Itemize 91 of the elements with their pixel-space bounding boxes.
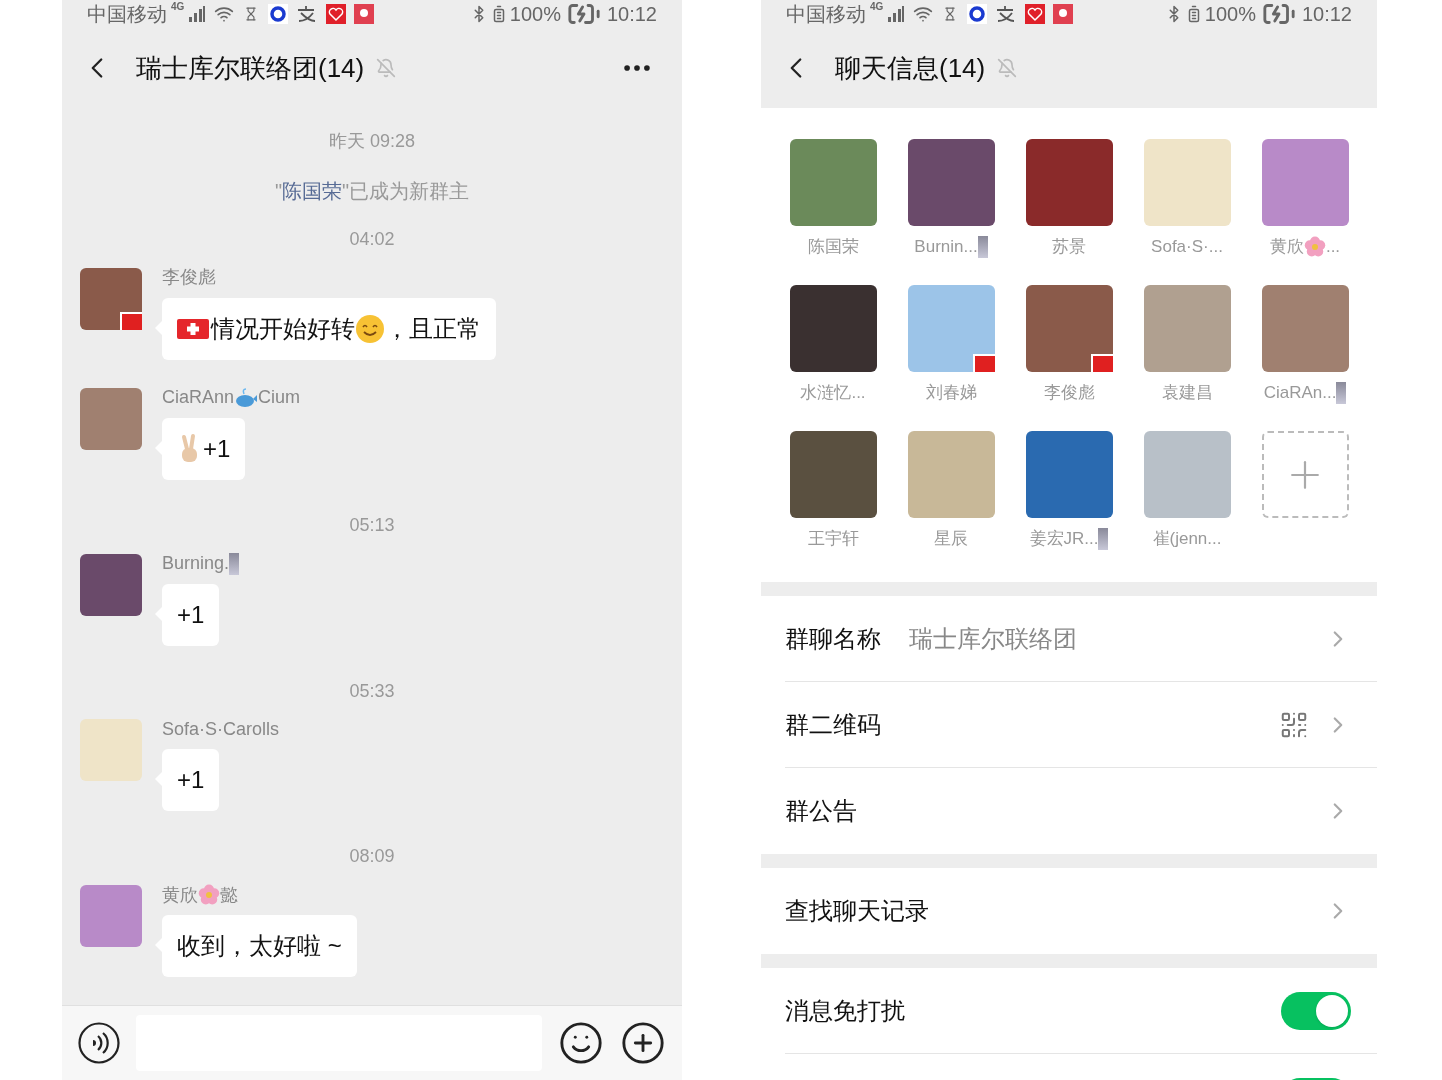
app-icon: [1025, 4, 1046, 24]
system-message: ": [274, 178, 282, 204]
sender-name: Cium: [258, 386, 301, 410]
avatar-photo[interactable]: [80, 267, 142, 330]
system-message: "已成为新群主: [342, 178, 470, 204]
timestamp: 05:33: [349, 679, 395, 703]
app-icon: [326, 4, 347, 24]
battery-percent: 100%: [1204, 2, 1256, 27]
sender-name: 懿: [220, 883, 238, 907]
clock-time: 10:12: [606, 2, 657, 27]
setting-label[interactable]: 群聊名称: [785, 620, 881, 657]
message-bubble[interactable]: 情况开始好转 ，且正常: [162, 297, 496, 360]
message-text: 收到，太好啦 ~: [177, 931, 342, 962]
pixel-image: [229, 552, 240, 575]
china-flag-badge: [972, 354, 995, 372]
message-text: 情况开始好转: [211, 313, 355, 344]
china-flag-badge: [1090, 354, 1113, 372]
sender-name: 黄欣: [162, 883, 198, 907]
voice-icon[interactable]: [78, 1022, 120, 1064]
member-name: 姜宏JR...: [1029, 528, 1099, 551]
message-bubble[interactable]: +1: [162, 749, 220, 812]
app-icon: [967, 4, 988, 24]
member-name: 陈国荣: [807, 236, 859, 259]
timestamp: 昨天 09:28: [328, 130, 415, 153]
avatar-photo[interactable]: [80, 387, 142, 450]
app-icon: [354, 4, 375, 24]
message-text: +1: [177, 765, 205, 796]
member-avatar[interactable]: [1025, 285, 1113, 372]
sender-name: Sofa·S·Carolls: [162, 717, 280, 741]
battery-percent: 100%: [509, 2, 561, 27]
member-name: 刘春娣: [925, 382, 977, 405]
timestamp: 05:13: [349, 513, 395, 537]
signal-icon: [887, 5, 906, 23]
swiss-flag-icon: [177, 318, 209, 339]
sender-name: CiaRAnn: [162, 386, 235, 410]
setting-value: 瑞士库尔联络团: [909, 623, 1077, 654]
china-flag-badge: [120, 311, 142, 330]
flower-icon: [198, 884, 220, 907]
add-member-button[interactable]: [1261, 431, 1349, 518]
member-name: ...: [1325, 236, 1341, 259]
emoji-icon[interactable]: [558, 1020, 604, 1066]
hourglass-icon: [943, 7, 958, 21]
clock-time: 10:12: [1301, 2, 1352, 27]
avatar-photo[interactable]: [80, 553, 142, 616]
timestamp: 08:09: [349, 845, 395, 869]
chat-title: 瑞士库尔联络团(14): [136, 51, 365, 85]
app-icon: [1053, 4, 1074, 24]
member-name: Sofa·S·...: [1151, 236, 1223, 259]
timestamp: 04:02: [349, 228, 395, 252]
carrier-name: 中国移动: [87, 2, 167, 27]
member-name: 黄欣: [1269, 236, 1304, 259]
member-link[interactable]: 陈国荣: [282, 175, 342, 223]
wifi-icon: [214, 4, 235, 24]
member-name: 崔(jenn...: [1152, 528, 1222, 551]
member-name: CiaRAn...: [1263, 382, 1337, 405]
message-bubble[interactable]: +1: [162, 583, 220, 646]
setting-label[interactable]: 群公告: [785, 793, 857, 829]
chat-title: 聊天信息(14): [835, 51, 986, 85]
whale-icon: [234, 387, 259, 408]
sender-name: Burning.: [162, 552, 230, 576]
member-name: 袁建昌: [1161, 382, 1213, 405]
member-name: 苏景: [1052, 236, 1086, 259]
member-name: Burnin...: [914, 236, 978, 259]
sender-name: 李俊彪: [162, 266, 216, 290]
message-bubble[interactable]: 收到，太好啦 ~: [162, 915, 357, 978]
member-name: 星辰: [934, 528, 968, 551]
app-icon: [268, 4, 289, 24]
message-text: ，且正常: [385, 313, 481, 344]
flower-icon: [1303, 236, 1326, 258]
toggle-switch[interactable]: [1281, 991, 1351, 1030]
pixel-image: [1098, 528, 1109, 550]
network-type: 4G: [171, 0, 185, 14]
message-text: +1: [177, 599, 205, 630]
member-avatar[interactable]: [907, 285, 995, 372]
message-bubble[interactable]: +1: [162, 417, 246, 480]
network-type: 4G: [870, 0, 884, 14]
pixel-image: [977, 236, 988, 258]
setting-label[interactable]: 查找聊天记录: [785, 893, 929, 929]
smile-icon: [355, 313, 385, 344]
wifi-icon: [913, 4, 934, 24]
hourglass-icon: [244, 7, 259, 21]
carrier-name: 中国移动: [786, 2, 866, 27]
member-name: 李俊彪: [1043, 382, 1095, 405]
signal-icon: [188, 5, 207, 23]
setting-label[interactable]: 群二维码: [785, 706, 881, 743]
message-text: +1: [203, 433, 231, 464]
setting-label[interactable]: 消息免打扰: [785, 992, 905, 1029]
pixel-image: [1336, 382, 1347, 404]
add-icon[interactable]: [620, 1020, 666, 1066]
member-name: 王宇轩: [807, 528, 859, 551]
member-name: 水涟忆...: [800, 382, 866, 405]
